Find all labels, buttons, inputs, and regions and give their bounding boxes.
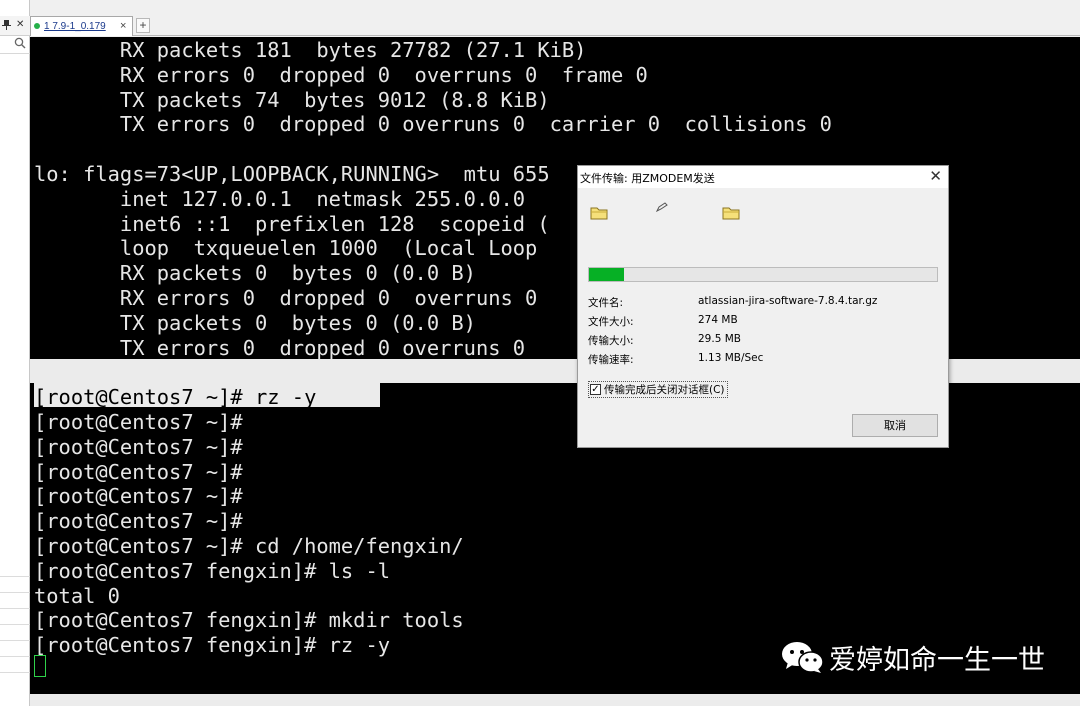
terminal-line: [root@Centos7 ~]# — [34, 509, 243, 534]
sidebar-list — [0, 576, 30, 688]
pin-icon[interactable] — [2, 20, 11, 33]
tab-session-1[interactable]: 1 7.9-1_0.179 × — [30, 16, 133, 36]
terminal-line: inet 127.0.0.1 netmask 255.0.0.0 — [34, 186, 526, 211]
dialog-title: 文件传输: 用ZMODEM发送 — [580, 172, 715, 185]
sidebar-row[interactable] — [0, 656, 30, 672]
terminal-line: lo: flags=73<UP,LOOPBACK,RUNNING> mtu 65… — [34, 162, 550, 186]
watermark-text: 爱婷如命一生一世 — [829, 644, 1045, 676]
tab-label: 1 7.9-1_0.179 — [44, 21, 106, 32]
terminal-line: RX errors 0 dropped 0 overruns 0 frame 0 — [34, 62, 648, 87]
status-strip — [30, 694, 1080, 706]
terminal-line: [root@Centos7 fengxin]# rz -y — [34, 633, 391, 658]
terminal-line: [root@Centos7 ~]# rz -y — [34, 385, 317, 410]
progress-fill — [589, 268, 624, 281]
terminal-line: TX errors 0 dropped 0 overruns 0 carrier… — [34, 112, 832, 137]
zmodem-transfer-dialog: 文件传输: 用ZMODEM发送 ✕ 文件名: atlassian-jira-so… — [577, 165, 949, 448]
sidebar-close-icon[interactable]: ✕ — [16, 19, 24, 30]
terminal-line: TX packets 74 bytes 9012 (8.8 KiB) — [34, 87, 550, 112]
wechat-icon — [782, 642, 824, 673]
sidebar-row[interactable] — [0, 672, 30, 688]
tab-close-icon[interactable]: × — [120, 20, 126, 32]
cancel-button[interactable]: 取消 — [852, 414, 938, 437]
connected-status-icon — [34, 23, 40, 29]
sidebar-row[interactable] — [0, 624, 30, 640]
watermark: 爱婷如命一生一世 — [781, 640, 1045, 676]
file-size-value: 274 MB — [698, 314, 738, 326]
terminal-line: inet6 ::1 prefixlen 128 scopeid ( — [34, 211, 550, 236]
transferred-size-value: 29.5 MB — [698, 333, 741, 345]
filename-value: atlassian-jira-software-7.8.4.tar.gz — [698, 295, 878, 307]
transfer-pencil-icon — [656, 202, 668, 212]
terminal-line: [root@Centos7 ~]# cd /home/fengxin/ — [34, 534, 464, 558]
terminal-line: RX errors 0 dropped 0 overruns 0 — [34, 286, 538, 310]
sidebar-row[interactable] — [0, 608, 30, 624]
terminal-line: loop txqueuelen 1000 (Local Loop — [34, 236, 538, 261]
terminal-line: total 0 — [34, 583, 120, 608]
session-sidebar: ✕ — [0, 0, 30, 706]
terminal-line: [root@Centos7 fengxin]# ls -l — [34, 558, 391, 583]
terminal-line: [root@Centos7 ~]# — [34, 410, 243, 434]
terminal-line: [root@Centos7 fengxin]# mkdir tools — [34, 608, 464, 633]
transfer-rate-label: 传输速率: — [588, 354, 634, 366]
close-on-complete-label: 传输完成后关闭对话框(C) — [604, 384, 725, 396]
source-folder-icon — [590, 207, 608, 220]
target-folder-icon — [722, 207, 740, 220]
sidebar-header: ✕ — [0, 16, 30, 36]
terminal-line: TX errors 0 dropped 0 overruns 0 — [34, 335, 526, 360]
dialog-title-bar[interactable]: 文件传输: 用ZMODEM发送 ✕ — [578, 166, 948, 188]
filename-label: 文件名: — [588, 297, 624, 309]
sidebar-row[interactable] — [0, 576, 30, 592]
terminal-line: [root@Centos7 ~]# — [34, 434, 243, 459]
sidebar-row[interactable] — [0, 640, 30, 656]
file-size-label: 文件大小: — [588, 316, 634, 328]
sidebar-search-field[interactable] — [0, 36, 30, 54]
dialog-close-icon[interactable]: ✕ — [929, 167, 942, 185]
terminal-line: RX packets 0 bytes 0 (0.0 B) — [34, 261, 476, 286]
transferred-size-label: 传输大小: — [588, 335, 634, 347]
search-icon[interactable] — [14, 37, 26, 52]
sidebar-row[interactable] — [0, 592, 30, 608]
close-on-complete-option[interactable]: ✓ 传输完成后关闭对话框(C) — [588, 381, 728, 398]
session-tab-bar: 1 7.9-1_0.179 × + — [30, 16, 1080, 36]
terminal-line: RX packets 181 bytes 27782 (27.1 KiB) — [34, 38, 587, 62]
transfer-rate-value: 1.13 MB/Sec — [698, 352, 764, 364]
close-on-complete-checkbox[interactable]: ✓ — [590, 384, 601, 395]
terminal-line: [root@Centos7 ~]# — [34, 459, 243, 484]
terminal-line: [root@Centos7 ~]# — [34, 484, 243, 509]
add-tab-button[interactable]: + — [136, 18, 150, 33]
transfer-progress-bar — [588, 267, 938, 282]
terminal-line: TX packets 0 bytes 0 (0.0 B) — [34, 310, 476, 335]
terminal-cursor — [34, 655, 46, 677]
